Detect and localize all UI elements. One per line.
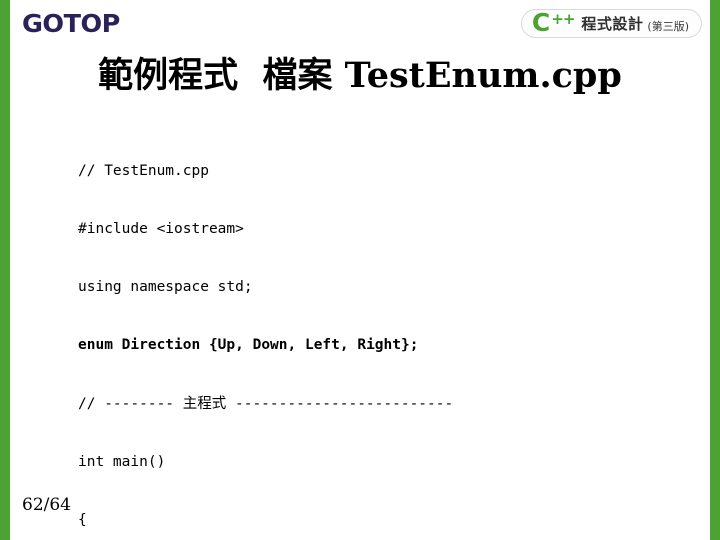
page-title: 範例程式 檔案 TestEnum.cpp	[98, 55, 622, 96]
code-line: using namespace std;	[78, 279, 253, 296]
page-number: 62/64	[22, 495, 71, 515]
plus-plus-icon: ++	[551, 10, 575, 28]
code-listing: // TestEnum.cpp #include <iostream> usin…	[78, 123, 678, 540]
code-line: // -------- 主程式 ------------------------…	[78, 395, 454, 412]
code-line: // TestEnum.cpp	[78, 162, 209, 179]
code-line: {	[78, 512, 87, 529]
book-edition-label: (第三版)	[647, 19, 689, 33]
book-title-label: 程式設計	[581, 15, 644, 33]
slide-canvas: GOTOP C ++ 程式設計 (第三版) 範例程式 檔案 TestEnum.c…	[0, 0, 720, 540]
code-line: enum Direction {Up, Down, Left, Right};	[78, 337, 419, 354]
book-title-badge: C ++ 程式設計 (第三版)	[520, 8, 702, 38]
code-line: int main()	[78, 453, 166, 470]
right-accent-bar	[710, 0, 720, 540]
gotop-logo: GOTOP	[22, 9, 120, 38]
c-letter-icon: C	[531, 8, 551, 37]
code-line: #include <iostream>	[78, 221, 244, 238]
slide-header: GOTOP C ++ 程式設計 (第三版)	[10, 0, 710, 46]
left-accent-bar	[0, 0, 10, 540]
